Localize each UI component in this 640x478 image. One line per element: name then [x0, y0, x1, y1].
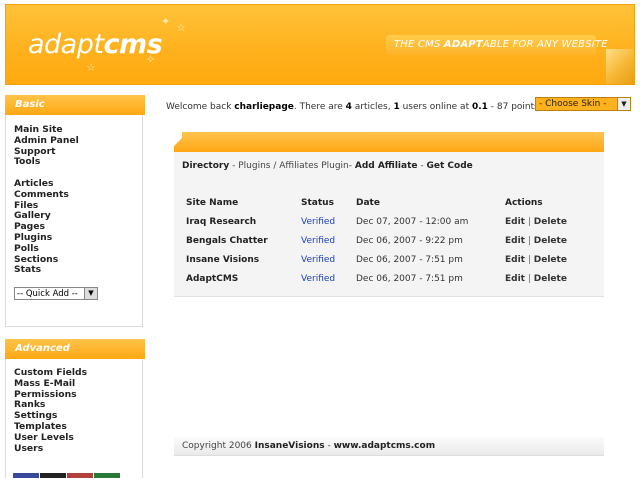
sidebar-item-tools[interactable]: Tools: [14, 157, 79, 168]
sidebar-basic-group1: Main Site Admin Panel Support Tools: [14, 124, 79, 168]
site-logo[interactable]: adaptcms: [28, 29, 163, 60]
action-separator: |: [524, 217, 534, 227]
chevron-down-icon: ▼: [84, 288, 97, 299]
sidebar-basic-panel: Basic Main Site Admin Panel Support Tool…: [5, 95, 145, 327]
status-link[interactable]: Verified: [301, 274, 335, 284]
site-name: AdaptCMS: [186, 274, 239, 284]
flag-icon[interactable]: [67, 473, 93, 478]
page-curl-decoration: [606, 49, 634, 84]
edit-link[interactable]: Edit: [505, 217, 525, 227]
sidebar-item-comments[interactable]: Comments: [14, 189, 69, 201]
edit-link[interactable]: Edit: [505, 255, 525, 265]
sidebar-item-user-levels[interactable]: User Levels: [14, 432, 87, 444]
footer-site-link[interactable]: www.adaptcms.com: [334, 441, 436, 451]
username: charliepage: [234, 102, 294, 112]
row-date: Dec 06, 2007 - 7:51 pm: [356, 255, 463, 265]
edit-link[interactable]: Edit: [505, 274, 525, 284]
action-separator: |: [524, 274, 534, 284]
delete-link[interactable]: Delete: [534, 236, 567, 246]
action-separator: |: [524, 236, 534, 246]
flag-icon[interactable]: [13, 473, 39, 478]
status-link[interactable]: Verified: [301, 236, 335, 246]
main-panel-header-bar: [174, 132, 604, 152]
column-site-name: Site Name: [186, 198, 239, 208]
site-name: Insane Visions: [186, 255, 260, 265]
sidebar-item-mass-email[interactable]: Mass E-Mail: [14, 378, 87, 390]
row-date: Dec 06, 2007 - 9:22 pm: [356, 236, 463, 246]
sidebar-item-admin-panel[interactable]: Admin Panel: [14, 135, 79, 147]
sidebar-basic-group2: Articles Comments Files Gallery Pages Pl…: [14, 178, 69, 276]
sidebar-advanced-title: Advanced: [5, 339, 145, 359]
skin-select-value: - Choose Skin -: [539, 99, 607, 109]
site-name: Bengals Chatter: [186, 236, 268, 246]
column-date: Date: [356, 198, 380, 208]
chevron-down-icon: ▼: [617, 98, 630, 110]
footer-company[interactable]: InsaneVisions: [255, 441, 325, 451]
choose-skin-select[interactable]: - Choose Skin - ▼: [535, 97, 631, 111]
breadcrumb-add-affiliate[interactable]: Add Affiliate: [355, 161, 418, 171]
star-icon: ☆: [86, 61, 96, 74]
breadcrumb-plugins[interactable]: Plugins / Affiliates Plugin: [238, 161, 349, 171]
breadcrumb: Directory - Plugins / Affiliates Plugin-…: [182, 161, 473, 171]
quick-add-select[interactable]: -- Quick Add -- ▼: [14, 287, 98, 300]
sidebar-advanced-list: Custom Fields Mass E-Mail Permissions Ra…: [14, 367, 87, 455]
star-icon: ☆: [176, 21, 186, 34]
delete-link[interactable]: Delete: [534, 255, 567, 265]
sidebar-advanced-panel: Advanced Custom Fields Mass E-Mail Permi…: [5, 339, 145, 478]
quick-add-value: -- Quick Add --: [17, 289, 78, 299]
site-name: Iraq Research: [186, 217, 257, 227]
row-date: Dec 07, 2007 - 12:00 am: [356, 217, 469, 227]
action-separator: |: [524, 255, 534, 265]
language-flags: [13, 472, 121, 478]
main-panel: Directory - Plugins / Affiliates Plugin-…: [174, 132, 604, 297]
sidebar-item-users[interactable]: Users: [14, 443, 87, 455]
edit-link[interactable]: Edit: [505, 236, 525, 246]
sidebar-item-polls[interactable]: Polls: [14, 243, 69, 255]
delete-link[interactable]: Delete: [534, 274, 567, 284]
column-status: Status: [301, 198, 334, 208]
breadcrumb-get-code[interactable]: Get Code: [426, 161, 472, 171]
sidebar-basic-title: Basic: [5, 95, 145, 115]
footer: Copyright 2006 InsaneVisions - www.adapt…: [174, 437, 604, 456]
welcome-message: Welcome back charliepage. There are 4 ar…: [166, 102, 539, 112]
breadcrumb-directory[interactable]: Directory: [182, 161, 229, 171]
delete-link[interactable]: Delete: [534, 217, 567, 227]
status-link[interactable]: Verified: [301, 217, 335, 227]
header-banner: ✦ ☆ ☆ ✧ adaptcms THE CMS ADAPTABLE FOR A…: [5, 4, 635, 85]
sidebar-item-stats[interactable]: Stats: [14, 265, 69, 276]
flag-icon[interactable]: [94, 473, 120, 478]
column-actions: Actions: [505, 198, 543, 208]
status-link[interactable]: Verified: [301, 255, 335, 265]
tagline: THE CMS ADAPTABLE FOR ANY WEBSITE: [394, 39, 608, 50]
flag-icon[interactable]: [40, 473, 66, 478]
star-icon: ✦: [161, 15, 171, 28]
row-date: Dec 06, 2007 - 7:51 pm: [356, 274, 463, 284]
